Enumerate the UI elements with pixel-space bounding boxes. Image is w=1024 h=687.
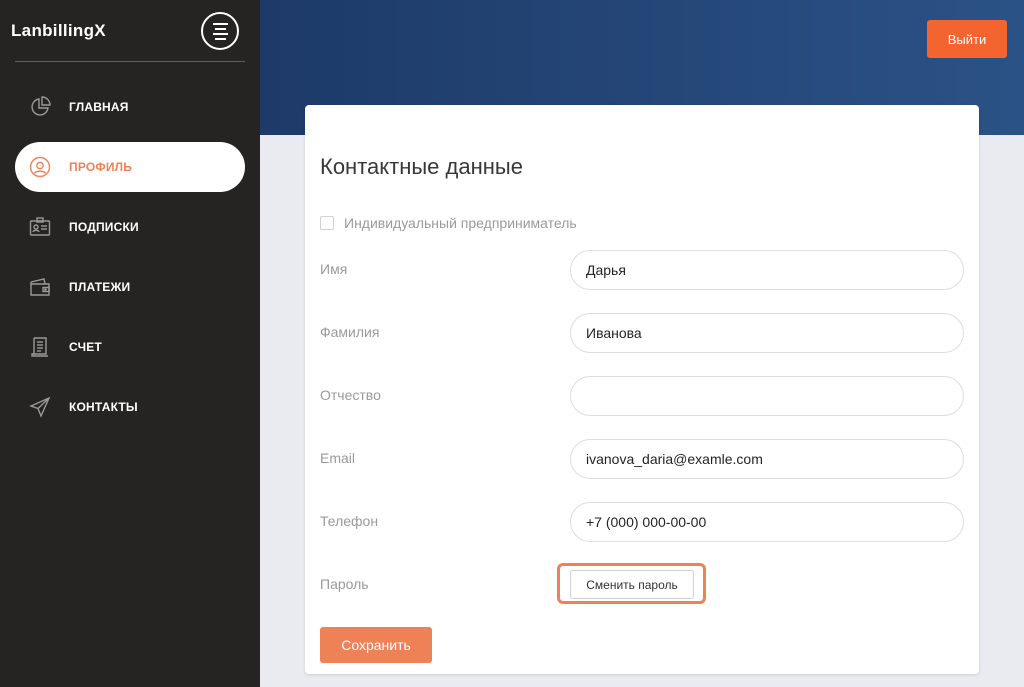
- hamburger-icon-line: [214, 27, 226, 30]
- id-card-icon: [29, 217, 51, 236]
- first-name-field[interactable]: [570, 250, 964, 290]
- first-name-label: Имя: [320, 261, 348, 277]
- sidebar-item-subscriptions[interactable]: ПОДПИСКИ: [15, 202, 245, 252]
- entrepreneur-row: Индивидуальный предприниматель: [320, 215, 577, 231]
- phone-label: Телефон: [320, 513, 379, 529]
- patronymic-field[interactable]: [570, 376, 964, 416]
- sidebar-item-label: КОНТАКТЫ: [69, 400, 138, 414]
- phone-field[interactable]: [570, 502, 964, 542]
- brand-logo: LanbillingX: [11, 21, 106, 40]
- entrepreneur-label: Индивидуальный предприниматель: [344, 215, 577, 231]
- sidebar-item-label: ПЛАТЕЖИ: [69, 280, 131, 294]
- sidebar-item-contacts[interactable]: КОНТАКТЫ: [15, 382, 245, 432]
- sidebar-item-label: ПОДПИСКИ: [69, 220, 139, 234]
- last-name-label: Фамилия: [320, 324, 380, 340]
- sidebar: LanbillingX ГЛАВНАЯ ПРОФИЛЬ ПОДПИСКИ ПЛА…: [0, 0, 260, 687]
- patronymic-label: Отчество: [320, 387, 381, 403]
- wallet-icon: [30, 278, 50, 296]
- last-name-field[interactable]: [570, 313, 964, 353]
- hamburger-icon-line: [212, 22, 228, 25]
- hamburger-icon-line: [212, 32, 228, 35]
- paper-plane-icon: [29, 396, 51, 418]
- sidebar-item-label: ПРОФИЛЬ: [69, 160, 133, 174]
- email-field[interactable]: [570, 439, 964, 479]
- logout-button[interactable]: Выйти: [927, 20, 1007, 58]
- page-title: Контактные данные: [320, 154, 523, 179]
- sidebar-item-account[interactable]: СЧЕТ: [15, 322, 245, 372]
- user-circle-icon: [29, 156, 51, 178]
- sidebar-item-profile[interactable]: ПРОФИЛЬ: [15, 142, 245, 192]
- entrepreneur-checkbox[interactable]: [320, 216, 334, 230]
- pie-chart-icon: [31, 96, 51, 116]
- sidebar-item-label: ГЛАВНАЯ: [69, 100, 129, 114]
- hamburger-icon-line: [214, 37, 226, 40]
- contact-details-card: Контактные данные Индивидуальный предпри…: [305, 105, 979, 674]
- email-label: Email: [320, 450, 356, 466]
- change-password-button[interactable]: Сменить пароль: [570, 570, 694, 599]
- sidebar-item-payments[interactable]: ПЛАТЕЖИ: [15, 262, 245, 312]
- menu-toggle-button[interactable]: [201, 12, 239, 50]
- password-label: Пароль: [320, 576, 369, 592]
- sidebar-item-label: СЧЕТ: [69, 340, 102, 354]
- sidebar-item-home[interactable]: ГЛАВНАЯ: [15, 82, 245, 132]
- save-button[interactable]: Сохранить: [320, 627, 432, 663]
- receipt-icon: [31, 337, 48, 357]
- sidebar-divider: [15, 61, 245, 62]
